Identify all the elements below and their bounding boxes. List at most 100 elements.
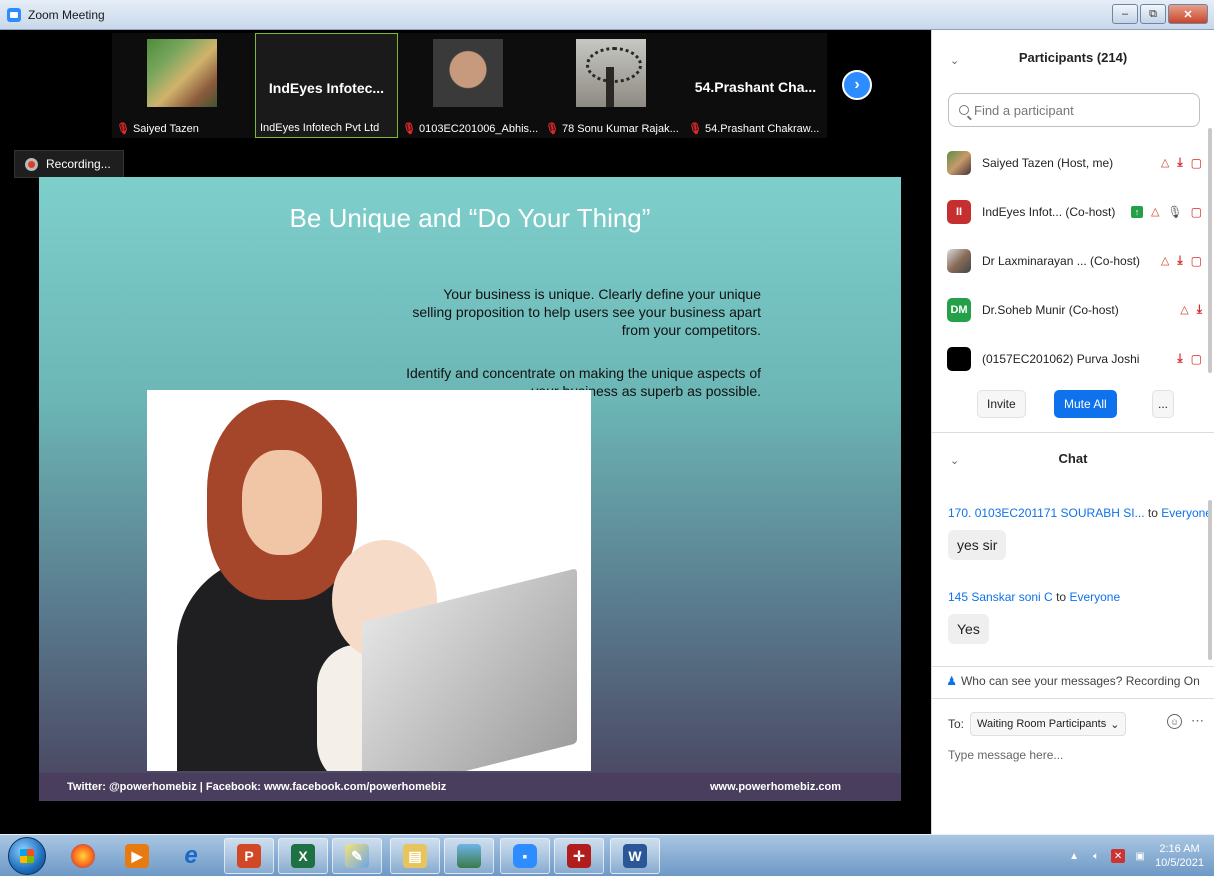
recording-indicator[interactable]: Recording... <box>14 150 124 178</box>
internet-explorer-icon: e <box>184 842 198 869</box>
avatar <box>947 346 971 371</box>
video-tile[interactable]: 54.Prashant Cha... 🎙︎ 54.Prashant Chakra… <box>684 33 827 138</box>
avatar <box>947 248 971 273</box>
panel-divider <box>932 666 1214 667</box>
taskbar-photo-viewer[interactable] <box>444 838 494 874</box>
to-label: To: <box>948 717 965 731</box>
restore-button[interactable]: ⧉ <box>1140 4 1166 24</box>
participant-name: Saiyed Tazen (Host, me) <box>982 155 1114 170</box>
minimize-button[interactable]: – <box>1112 4 1138 24</box>
taskbar-word[interactable]: W <box>610 838 660 874</box>
video-off-icon: ▢ <box>1190 204 1202 219</box>
tile-big-name: IndEyes Infotec... <box>268 80 385 96</box>
chat-recipient[interactable]: Everyone <box>1069 590 1120 604</box>
participant-row[interactable]: Dr Laxminarayan ... (Co-host) △ ⤓ ▢ <box>932 236 1214 285</box>
muted-mic-icon: ⤓ <box>1177 155 1183 169</box>
muted-mic-icon: ⤓ <box>1196 302 1202 316</box>
participant-search-input[interactable]: Find a participant <box>948 93 1200 127</box>
chat-sender: 145 Sanskar soni C to Everyone <box>948 590 1120 604</box>
recipient-select[interactable]: Waiting Room Participants ⌄ <box>970 712 1127 736</box>
muted-mic-icon: 🎙︎ <box>116 123 130 135</box>
video-off-icon: ▢ <box>1190 351 1202 366</box>
avatar: DM <box>947 297 971 322</box>
tile-label: 54.Prashant Chakraw... <box>704 122 820 135</box>
taskbar-zoom[interactable]: ▪ <box>500 838 550 874</box>
invite-button[interactable]: Invite <box>977 390 1026 418</box>
taskbar-media-player[interactable]: ▶ <box>112 838 162 874</box>
privacy-note-text: Who can see your messages? Recording On <box>960 674 1200 688</box>
pdf-icon: ✛ <box>567 844 591 868</box>
search-placeholder: Find a participant <box>974 102 1074 118</box>
taskbar-excel[interactable]: X <box>278 838 328 874</box>
mute-all-button[interactable]: Mute All <box>1054 390 1117 418</box>
panel-divider <box>932 432 1214 433</box>
participant-row[interactable]: (0157EC201062) Purva Joshi ⤓ ▢ <box>932 334 1214 383</box>
slide-title: Be Unique and “Do Your Thing” <box>289 203 651 233</box>
chevron-down-icon: ⌄ <box>1110 718 1120 731</box>
folder-icon: ▤ <box>403 844 427 868</box>
participant-row[interactable]: Saiyed Tazen (Host, me) △ ⤓ ▢ <box>932 138 1214 187</box>
chat-to-word: to <box>1056 590 1067 604</box>
recording-icon: △ <box>1160 157 1170 169</box>
action-center-icon[interactable]: ✕ <box>1111 849 1126 863</box>
taskbar-paint[interactable]: ✎ <box>332 838 382 874</box>
more-icon[interactable]: ⋯ <box>1191 713 1204 729</box>
participants-scrollbar[interactable] <box>1208 128 1212 373</box>
next-page-chevron-icon[interactable]: › <box>842 70 872 100</box>
taskbar-internet-explorer[interactable]: e <box>166 838 216 874</box>
recording-icon: △ <box>1180 304 1189 316</box>
chat-privacy-note[interactable]: ♟ Who can see your messages? Recording On <box>932 674 1214 688</box>
chat-sender-name: 145 Sanskar soni C <box>948 590 1053 604</box>
side-panel: ⌄ Participants (214) Find a participant … <box>931 30 1214 834</box>
people-icon: ♟ <box>946 674 957 688</box>
participant-row[interactable]: II IndEyes Infot... (Co-host) ↑ △ 🎙︎ ▢ <box>932 187 1214 236</box>
video-tile[interactable]: 🎙︎ 78 Sonu Kumar Rajak... <box>541 33 684 138</box>
clock-time: 2:16 AM <box>1159 843 1200 855</box>
video-tile[interactable]: 🎙︎ 0103EC201006_Abhis... <box>398 33 541 138</box>
taskbar-pdf-reader[interactable]: ✛ <box>554 838 604 874</box>
video-off-icon: ▢ <box>1190 253 1202 268</box>
tile-label: 0103EC201006_Abhis... <box>418 122 539 135</box>
windows-taskbar: ▶ e P X ✎ ▤ ▪ ✛ W ▲ 🔈︎ ✕ ▣ 2:16 AM 10/5/… <box>0 834 1214 876</box>
video-tile[interactable]: 🎙︎ Saiyed Tazen <box>112 33 255 138</box>
participant-video-image <box>147 39 217 107</box>
recording-icon <box>25 157 38 171</box>
network-icon[interactable]: ▣ <box>1133 849 1147 863</box>
recording-icon: △ <box>1160 255 1170 267</box>
slide-photo <box>147 390 591 771</box>
muted-mic-icon: ⤓ <box>1177 253 1183 267</box>
volume-icon[interactable]: 🔈︎ <box>1089 849 1103 863</box>
taskbar-powerpoint[interactable]: P <box>224 838 274 874</box>
close-button[interactable]: ✕ <box>1168 4 1208 24</box>
slide-paragraph: Your business is unique. Clearly define … <box>412 286 761 338</box>
chat-recipient[interactable]: Everyone <box>1161 506 1212 520</box>
chat-message-bubble: yes sir <box>948 530 1007 560</box>
participant-name: Dr.Soheb Munir (Co-host) <box>982 302 1119 317</box>
chat-message-input[interactable]: Type message here... <box>948 748 1063 762</box>
screen-share-icon: ↑ <box>1130 205 1143 218</box>
participants-title: Participants (214) <box>1018 50 1128 65</box>
chat-scrollbar[interactable] <box>1208 500 1212 660</box>
emoji-icon[interactable]: ☺ <box>1167 714 1182 729</box>
participant-row[interactable]: DM Dr.Soheb Munir (Co-host) △ ⤓ <box>932 285 1214 334</box>
chat-message-bubble: Yes <box>948 614 989 644</box>
participant-video-image <box>433 39 503 107</box>
start-button[interactable] <box>8 837 46 875</box>
video-tile-active-speaker[interactable]: IndEyes Infotec... IndEyes Infotech Pvt … <box>255 33 398 138</box>
shared-screen-slide: Be Unique and “Do Your Thing” Your busin… <box>39 177 901 801</box>
taskbar-firefox[interactable] <box>58 838 108 874</box>
window-titlebar: Zoom Meeting – ⧉ ✕ <box>0 0 1214 30</box>
muted-mic-icon: 🎙︎ <box>402 123 416 135</box>
clock[interactable]: 2:16 AM 10/5/2021 <box>1155 842 1204 870</box>
slide-footer: Twitter: @powerhomebiz | Facebook: www.f… <box>39 773 901 801</box>
muted-mic-icon: 🎙︎ <box>545 123 559 135</box>
participant-list: Saiyed Tazen (Host, me) △ ⤓ ▢ II IndEyes… <box>932 138 1214 383</box>
slide-footer-url: www.powerhomebiz.com <box>710 781 841 793</box>
more-options-button[interactable]: ... <box>1152 390 1174 418</box>
window-title: Zoom Meeting <box>28 8 105 22</box>
show-hidden-icons-icon[interactable]: ▲ <box>1067 849 1081 863</box>
video-strip: 🎙︎ Saiyed Tazen IndEyes Infotec... IndEy… <box>0 30 930 140</box>
taskbar-file-explorer[interactable]: ▤ <box>390 838 440 874</box>
powerpoint-icon: P <box>237 844 261 868</box>
chat-to-word: to <box>1147 506 1158 520</box>
